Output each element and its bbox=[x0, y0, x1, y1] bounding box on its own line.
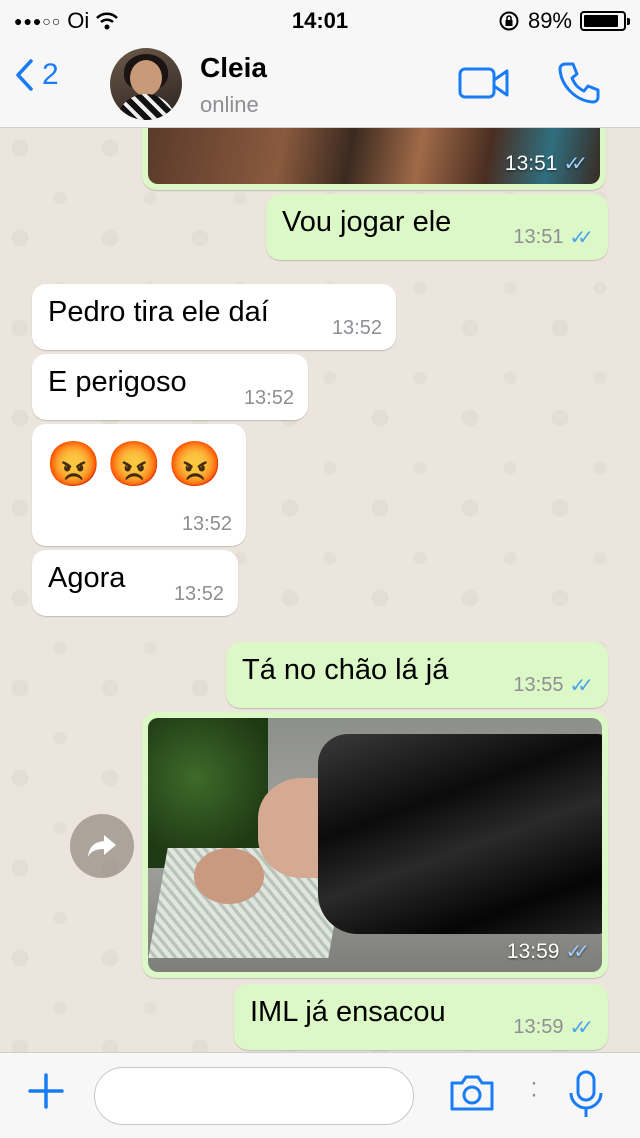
avatar[interactable] bbox=[110, 48, 182, 120]
message-time: 13:51 bbox=[504, 151, 558, 175]
message-time: 13:55 bbox=[513, 674, 564, 696]
angry-face-emoji: 😡😡😡 bbox=[46, 440, 229, 489]
incoming-message[interactable]: Agora 13:52 bbox=[32, 550, 238, 616]
microphone-icon bbox=[569, 1070, 603, 1117]
camera-icon bbox=[450, 1075, 494, 1111]
battery-fill bbox=[584, 15, 618, 27]
message-text: Pedro tira ele daí bbox=[48, 296, 269, 328]
battery-icon bbox=[580, 11, 630, 31]
separator-dots-icon: · · bbox=[530, 1069, 538, 1108]
video-camera-icon bbox=[458, 67, 509, 99]
incoming-message[interactable]: E perigoso 13:52 bbox=[32, 354, 308, 420]
message-time: 13:59 bbox=[513, 1016, 564, 1038]
message-meta: 13:52 bbox=[174, 583, 224, 606]
voice-call-button[interactable] bbox=[556, 60, 602, 111]
voice-note-button[interactable] bbox=[566, 1069, 606, 1126]
message-time: 13:52 bbox=[173, 583, 224, 605]
photo-thumbnail[interactable] bbox=[148, 718, 602, 972]
plus-icon bbox=[28, 1073, 64, 1109]
message-time: 13:52 bbox=[181, 513, 232, 535]
read-receipt-icon: ✓✓ bbox=[563, 153, 587, 175]
outgoing-message[interactable]: Vou jogar ele 13:51 ✓✓ bbox=[266, 194, 608, 260]
battery-percent: 89% bbox=[527, 8, 572, 33]
chat-header: 2 Cleia online bbox=[0, 40, 640, 128]
contact-status: online bbox=[200, 92, 259, 117]
unread-count: 2 bbox=[42, 58, 59, 91]
message-text: Vou jogar ele bbox=[282, 206, 452, 238]
message-meta: 13:55 ✓✓ bbox=[513, 673, 594, 698]
message-text: Tá no chão lá já bbox=[242, 654, 449, 686]
message-meta: 13:52 bbox=[182, 513, 232, 536]
attach-button[interactable] bbox=[26, 1071, 66, 1119]
message-meta: 13:52 bbox=[244, 387, 294, 410]
message-list[interactable]: 13:51 ✓✓ Vou jogar ele 13:51 ✓✓ Pedro ti… bbox=[0, 128, 640, 1052]
incoming-emoji-message[interactable]: 😡😡😡 13:52 bbox=[32, 424, 246, 546]
forward-button[interactable] bbox=[70, 814, 134, 878]
camera-button[interactable] bbox=[448, 1073, 496, 1118]
message-time: 13:52 bbox=[331, 317, 382, 339]
read-receipt-icon: ✓✓ bbox=[569, 1017, 593, 1039]
image-message[interactable]: 13:51 ✓✓ bbox=[142, 128, 606, 190]
image-message[interactable]: 13:59 ✓✓ bbox=[142, 712, 608, 978]
share-arrow-icon bbox=[88, 835, 116, 857]
chevron-left-icon bbox=[16, 59, 33, 91]
contact-name[interactable]: Cleia bbox=[200, 52, 267, 84]
rotation-lock-icon bbox=[499, 11, 519, 31]
read-receipt-icon: ✓✓ bbox=[569, 675, 593, 697]
phone-icon bbox=[558, 62, 600, 104]
incoming-message[interactable]: Pedro tira ele daí 13:52 bbox=[32, 284, 396, 350]
read-receipt-icon: ✓✓ bbox=[565, 941, 589, 963]
message-meta: 13:59 ✓✓ bbox=[513, 1015, 594, 1040]
composer-bar: · · bbox=[0, 1052, 640, 1138]
message-meta: 13:52 bbox=[332, 317, 382, 340]
status-bar: ●●●○○ Oi 14:01 89% bbox=[0, 0, 640, 40]
outgoing-message[interactable]: IML já ensacou 13:59 ✓✓ bbox=[234, 984, 608, 1050]
message-meta: 13:51 ✓✓ bbox=[505, 151, 588, 176]
read-receipt-icon: ✓✓ bbox=[569, 227, 593, 249]
message-text: IML já ensacou bbox=[250, 996, 446, 1028]
message-time: 13:59 bbox=[506, 939, 560, 963]
video-call-button[interactable] bbox=[458, 66, 510, 105]
message-meta: 13:59 ✓✓ bbox=[507, 939, 590, 964]
message-time: 13:51 bbox=[513, 226, 564, 248]
message-input[interactable] bbox=[94, 1067, 414, 1125]
message-text: E perigoso bbox=[48, 366, 187, 398]
message-time: 13:52 bbox=[243, 387, 294, 409]
outgoing-message[interactable]: Tá no chão lá já 13:55 ✓✓ bbox=[226, 642, 608, 708]
back-button[interactable]: 2 bbox=[14, 58, 59, 92]
battery-area: 89% bbox=[498, 8, 630, 34]
message-text: Agora bbox=[48, 562, 126, 594]
message-meta: 13:51 ✓✓ bbox=[513, 225, 594, 250]
